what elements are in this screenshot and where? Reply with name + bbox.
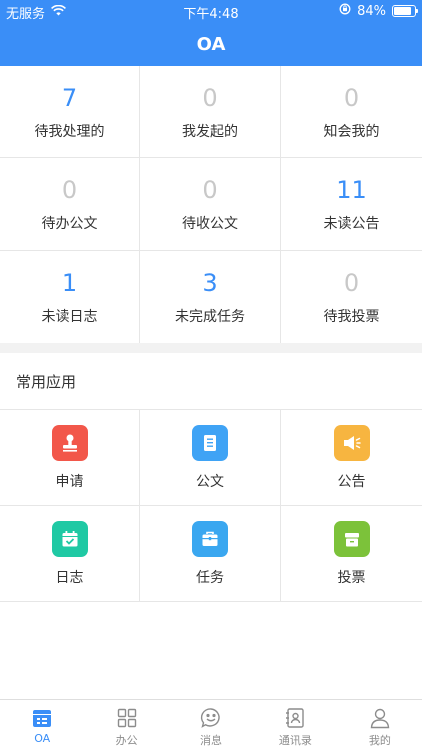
tab-label: 通讯录: [278, 734, 312, 747]
stats-grid: 7 待我处理的 0 我发起的 0 知会我的 0 待办公文 0 待收公文 11 未读公告 1 未…: [0, 66, 422, 343]
tab-label: 办公: [115, 734, 138, 747]
app-task[interactable]: 任务: [140, 506, 281, 602]
tab-contacts[interactable]: 通讯录: [253, 700, 337, 750]
tab-label: OA: [34, 732, 51, 745]
stat-label: 待办公文: [41, 216, 98, 232]
briefcase-icon: [192, 520, 228, 557]
app-notice[interactable]: 公告: [281, 410, 422, 506]
stat-label: 未完成任务: [175, 309, 245, 325]
stat-count: 11: [336, 176, 367, 204]
battery-level: [394, 7, 411, 15]
stat-label: 未读日志: [41, 309, 98, 325]
stat-unfinished-tasks[interactable]: 3 未完成任务: [140, 251, 281, 343]
oa-icon: [30, 706, 54, 730]
stat-incoming-docs[interactable]: 0 待收公文: [140, 158, 281, 251]
stat-todo-docs[interactable]: 0 待办公文: [0, 158, 140, 251]
tab-messages[interactable]: 消息: [169, 700, 253, 750]
stat-pending-votes[interactable]: 0 待我投票: [281, 251, 422, 343]
ballot-box-icon: [333, 520, 370, 557]
stat-label: 未读公告: [323, 216, 380, 232]
tab-bar: OA 办公 消息 通讯录 我的: [0, 699, 422, 750]
stat-count: 0: [202, 176, 218, 204]
megaphone-icon: [333, 424, 370, 461]
section-title: 常用应用: [0, 353, 422, 410]
app-label: 任务: [196, 569, 224, 586]
tab-office[interactable]: 办公: [84, 700, 168, 750]
stat-count: 0: [343, 269, 360, 297]
stat-count: 3: [202, 269, 218, 297]
orientation-lock-icon: [339, 3, 351, 19]
stat-cc-me[interactable]: 0 知会我的: [281, 66, 422, 158]
stat-unread-notices[interactable]: 11 未读公告: [281, 158, 422, 251]
app-log[interactable]: 日志: [0, 506, 140, 602]
stamp-icon: [51, 424, 88, 461]
stat-count: 1: [61, 269, 78, 297]
section-divider: [0, 343, 422, 353]
battery-percent: 84%: [357, 3, 386, 19]
stat-unread-logs[interactable]: 1 未读日志: [0, 251, 140, 343]
common-apps-title: 常用应用: [16, 372, 77, 391]
stat-label: 待收公文: [182, 216, 238, 232]
stat-initiated[interactable]: 0 我发起的: [140, 66, 281, 158]
message-icon: [199, 706, 223, 730]
stat-count: 0: [61, 176, 78, 204]
calendar-icon: [51, 520, 88, 557]
app-label: 投票: [337, 569, 366, 586]
app-label: 公文: [196, 473, 224, 490]
stat-label: 待我投票: [323, 309, 380, 325]
app-label: 申请: [55, 473, 84, 490]
stat-pending-me[interactable]: 7 待我处理的: [0, 66, 140, 158]
tab-oa[interactable]: OA: [0, 700, 84, 750]
profile-icon: [368, 706, 392, 730]
status-bar: 无服务 下午4:48 84%: [0, 0, 422, 22]
battery-icon: [392, 5, 418, 17]
stat-label: 待我处理的: [34, 123, 105, 140]
tab-me[interactable]: 我的: [338, 700, 422, 750]
stat-count: 7: [61, 83, 78, 112]
page-title: OA: [196, 33, 226, 55]
app-label: 公告: [337, 473, 366, 490]
stat-count: 0: [343, 83, 360, 112]
nav-bar: OA: [0, 22, 422, 66]
stat-count: 0: [202, 83, 218, 112]
grid-icon: [115, 706, 139, 730]
document-icon: [192, 424, 228, 461]
app-apply[interactable]: 申请: [0, 410, 140, 506]
app-document[interactable]: 公文: [140, 410, 281, 506]
tab-label: 消息: [200, 734, 223, 747]
app-vote[interactable]: 投票: [281, 506, 422, 602]
tab-label: 我的: [368, 734, 391, 747]
stat-label: 知会我的: [323, 123, 380, 140]
apps-grid: 申请 公文 公告 日志 任务 投票: [0, 410, 422, 602]
contacts-icon: [283, 706, 307, 730]
app-label: 日志: [55, 569, 84, 586]
stat-label: 我发起的: [182, 123, 238, 140]
